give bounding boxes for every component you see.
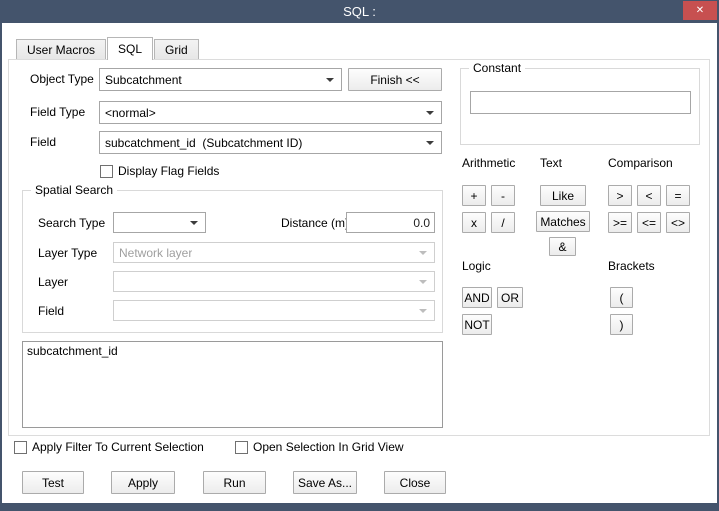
constant-input[interactable] [470,91,691,114]
text-operators-label: Text [540,156,563,170]
logic-label: Logic [462,259,491,273]
field-select[interactable]: subcatchment_id (Subcatchment ID) [99,131,442,154]
open-bracket-button[interactable]: ( [610,287,633,308]
layer-label: Layer [38,275,69,289]
chevron-down-icon [419,250,427,255]
apply-filter-label: Apply Filter To Current Selection [32,440,204,454]
chevron-down-icon [190,220,198,225]
spatial-field-label: Field [38,304,65,318]
greater-equal-button[interactable]: >= [608,212,632,233]
close-icon: ✕ [695,5,705,16]
save-as-button[interactable]: Save As... [293,471,357,494]
plus-operator-button[interactable]: + [462,185,486,206]
chevron-down-icon [426,110,434,115]
sql-expression-editor[interactable]: subcatchment_id [22,341,443,428]
distance-label: Distance (m) [281,216,350,230]
chevron-down-icon [326,77,334,82]
search-type-select[interactable] [113,212,206,233]
tab-user-macros[interactable]: User Macros [16,39,107,59]
tab-sql[interactable]: SQL [107,37,154,60]
multiply-operator-button[interactable]: x [462,212,486,233]
spatial-search-title: Spatial Search [31,183,118,197]
constant-title: Constant [469,61,526,75]
greater-than-button[interactable]: > [608,185,632,206]
checkbox-icon [235,440,248,454]
field-type-select[interactable]: <normal> [99,101,442,124]
test-button[interactable]: Test [22,471,84,494]
layer-type-select: Network layer [113,242,435,263]
tab-bar: User Macros SQL Grid [16,37,199,60]
or-operator-button[interactable]: OR [497,287,523,308]
finish-button[interactable]: Finish << [348,68,442,91]
field-label: Field [30,135,57,149]
run-button[interactable]: Run [203,471,266,494]
grid-view-checkbox[interactable]: Open Selection In Grid View [235,440,404,454]
display-flag-fields-checkbox[interactable]: Display Flag Fields [100,164,219,178]
equals-button[interactable]: = [666,185,690,206]
matches-operator-button[interactable]: Matches [536,211,590,232]
divide-operator-button[interactable]: / [491,212,515,233]
chevron-down-icon [426,140,434,145]
grid-view-label: Open Selection In Grid View [253,440,404,454]
checkbox-icon [14,440,27,454]
apply-button[interactable]: Apply [111,471,175,494]
brackets-label: Brackets [608,259,655,273]
window-title: SQL : [343,4,376,19]
field-value: subcatchment_id (Subcatchment ID) [105,135,303,150]
not-equal-button[interactable]: <> [666,212,690,233]
chevron-down-icon [419,308,427,313]
like-operator-button[interactable]: Like [540,185,586,206]
comparison-label: Comparison [608,156,673,170]
tab-grid[interactable]: Grid [154,39,199,59]
search-type-label: Search Type [38,216,106,230]
layer-select [113,271,435,292]
sql-dialog: SQL : ✕ User Macros SQL Grid Object Type… [0,0,719,511]
field-type-value: <normal> [105,105,156,120]
ampersand-operator-button[interactable]: & [549,237,576,256]
distance-input[interactable] [346,212,435,233]
display-flag-fields-label: Display Flag Fields [118,164,220,178]
object-type-select[interactable]: Subcatchment [99,68,342,91]
less-than-button[interactable]: < [637,185,661,206]
titlebar: SQL : [0,0,719,23]
close-bracket-button[interactable]: ) [610,314,633,335]
close-action-button[interactable]: Close [384,471,446,494]
not-operator-button[interactable]: NOT [462,314,492,335]
object-type-label: Object Type [30,72,94,86]
chevron-down-icon [419,279,427,284]
layer-type-label: Layer Type [38,246,98,260]
layer-type-value: Network layer [119,245,193,260]
close-button[interactable]: ✕ [683,1,717,20]
object-type-value: Subcatchment [105,72,182,87]
spatial-field-select [113,300,435,321]
checkbox-icon [100,164,113,178]
less-equal-button[interactable]: <= [637,212,661,233]
and-operator-button[interactable]: AND [462,287,492,308]
arithmetic-label: Arithmetic [462,156,516,170]
minus-operator-button[interactable]: - [491,185,515,206]
apply-filter-checkbox[interactable]: Apply Filter To Current Selection [14,440,204,454]
field-type-label: Field Type [30,105,86,119]
